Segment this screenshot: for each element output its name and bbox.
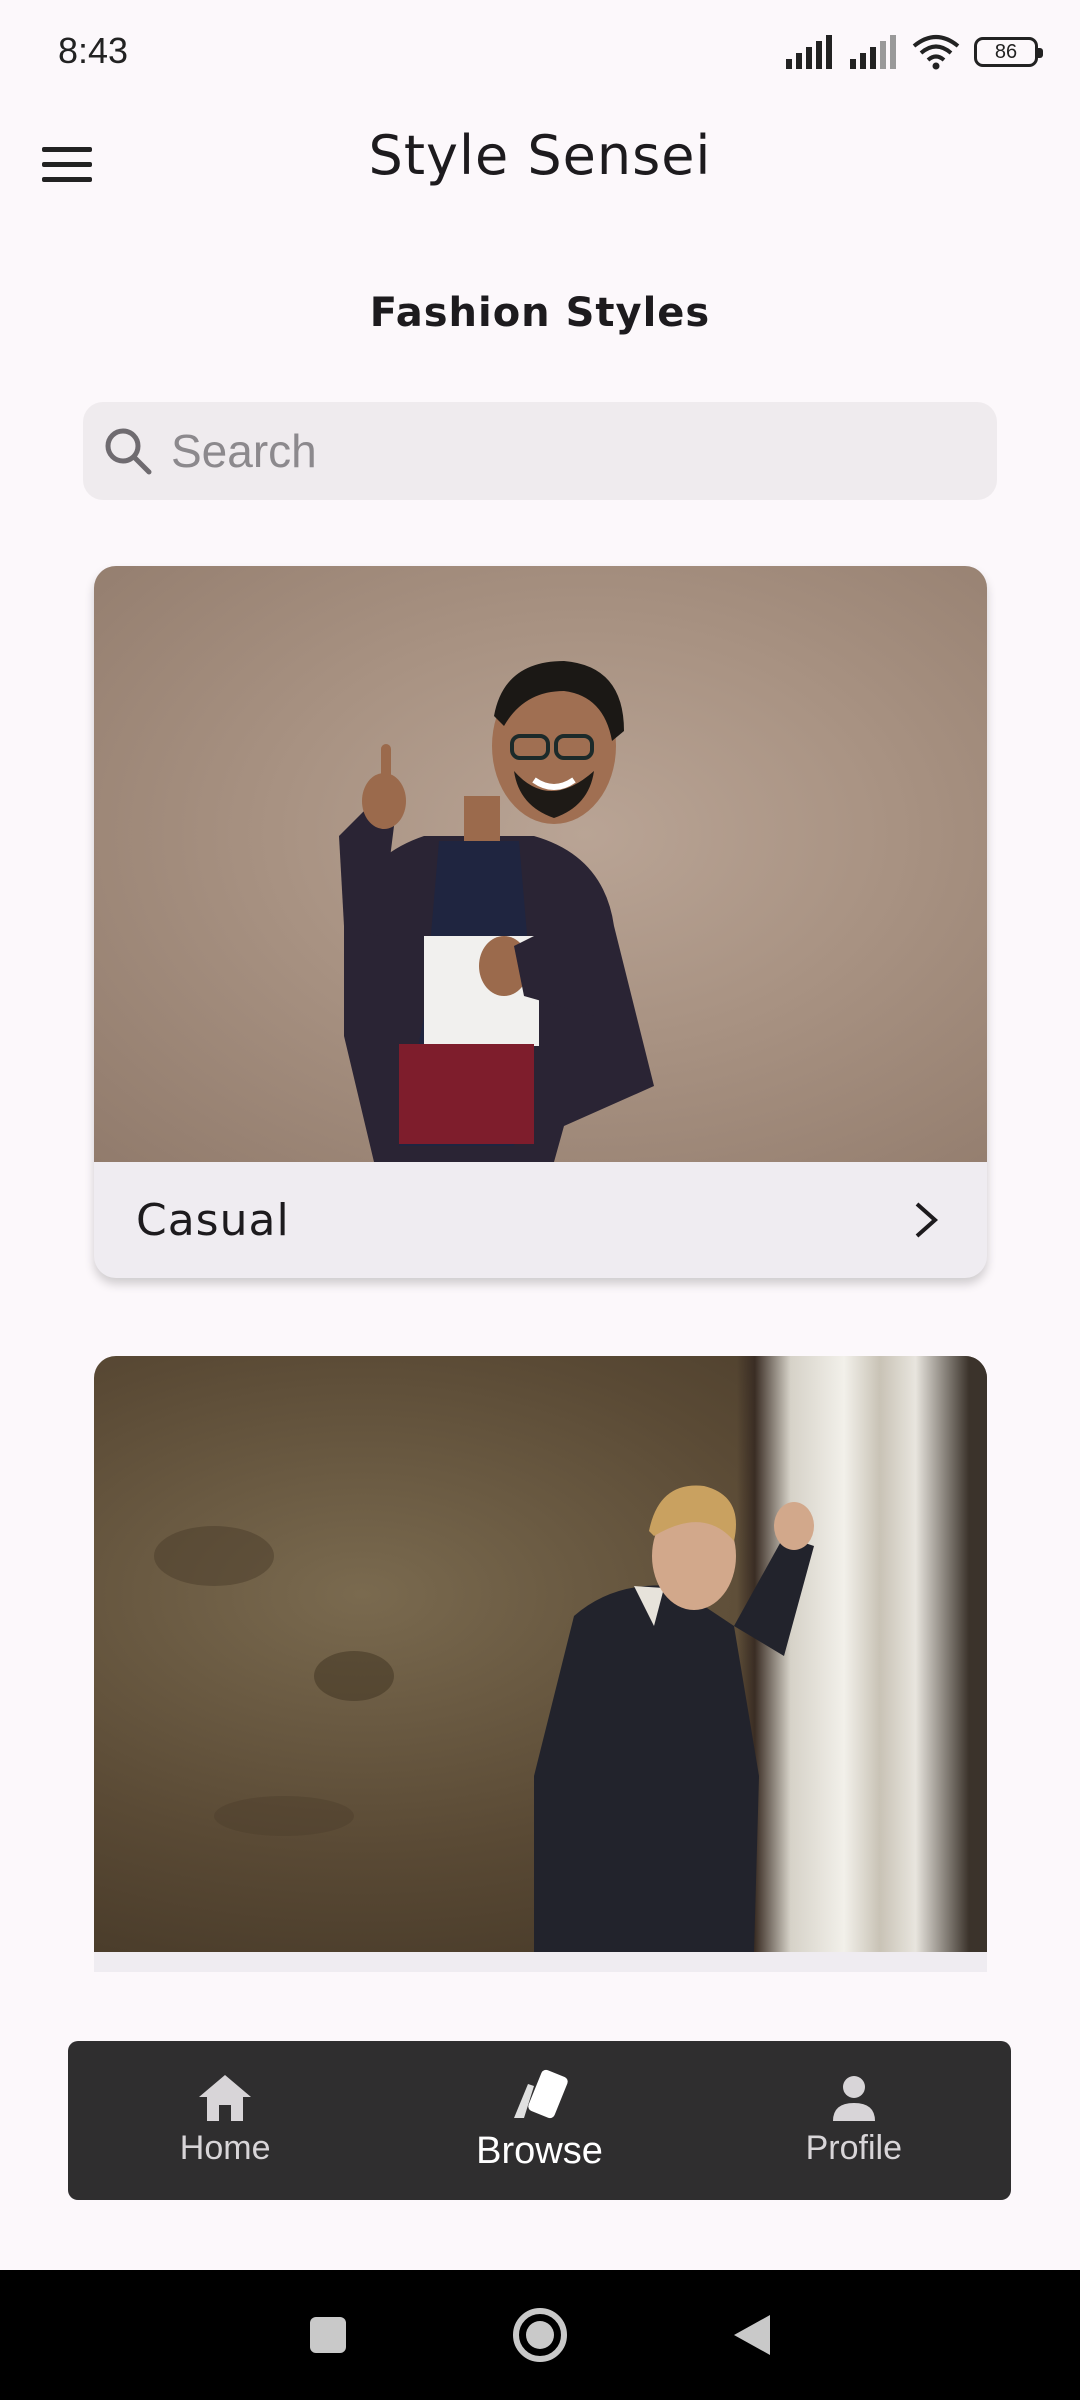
nav-label-browse: Browse (476, 2130, 603, 2172)
nav-label-home: Home (179, 2129, 271, 2167)
system-navigation-bar (0, 2270, 1080, 2400)
chevron-right-icon[interactable] (909, 1200, 941, 1240)
nav-item-browse[interactable]: Browse (419, 2041, 659, 2200)
app-bar: Style Sensei (0, 110, 1080, 210)
browse-cards-icon (514, 2069, 569, 2119)
nav-item-profile[interactable]: Profile (734, 2041, 974, 2200)
person-icon (832, 2076, 875, 2121)
casual-photo (339, 661, 654, 1162)
back-icon[interactable] (730, 2311, 774, 2359)
wifi-icon (912, 35, 960, 70)
search-input[interactable] (169, 423, 953, 479)
nav-label-profile: Profile (805, 2129, 902, 2167)
signal-icon-2 (850, 35, 896, 69)
card-image-casual (94, 566, 987, 1162)
app-title: Style Sensei (368, 124, 712, 187)
home-circle-icon[interactable] (510, 2305, 570, 2365)
card-image-formal (94, 1356, 987, 1952)
status-icons: 86 (784, 32, 1043, 72)
recents-icon[interactable] (306, 2313, 350, 2357)
search-icon (105, 428, 152, 475)
search-bar[interactable] (83, 402, 997, 500)
style-card-formal[interactable] (94, 1356, 987, 1972)
nav-item-home[interactable]: Home (105, 2041, 345, 2200)
bottom-navigation: Home Browse Profile (68, 2041, 1011, 2200)
style-card-casual[interactable]: Casual (94, 566, 987, 1278)
status-time: 8:43 (58, 30, 129, 71)
home-icon (199, 2075, 252, 2121)
card-label-row: Casual (94, 1162, 987, 1278)
card-label: Casual (136, 1194, 290, 1246)
card-label-row (94, 1952, 987, 1972)
signal-icon (786, 35, 832, 69)
page-title: Fashion Styles (369, 290, 711, 336)
battery-indicator: 86 (974, 37, 1043, 67)
status-bar: 8:43 86 (0, 0, 1080, 100)
formal-photo (154, 1485, 814, 1952)
